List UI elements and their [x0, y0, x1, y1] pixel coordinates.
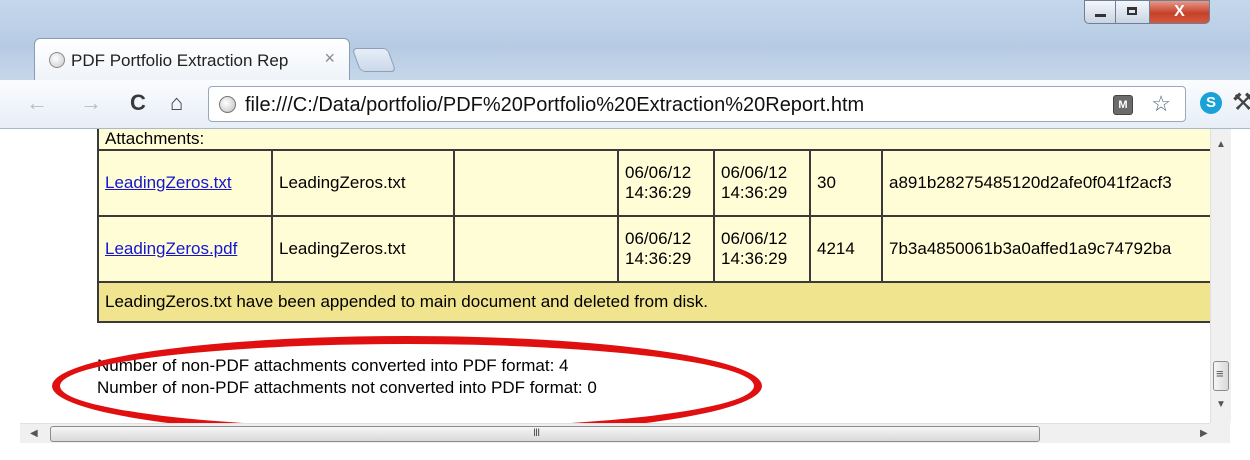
attachment-link[interactable]: LeadingZeros.txt: [105, 173, 232, 192]
attachment-size: 4214: [809, 215, 883, 283]
scroll-left-arrow-icon[interactable]: ◀: [30, 428, 38, 439]
bookmark-star-icon[interactable]: ☆: [1151, 91, 1171, 117]
scroll-down-arrow-icon[interactable]: ▼: [1216, 399, 1226, 410]
note-row: LeadingZeros.txt have been appended to m…: [97, 281, 1210, 323]
attachment-name: LeadingZeros.txt: [271, 215, 455, 283]
address-text[interactable]: file:///C:/Data/portfolio/PDF%20Portfoli…: [245, 94, 864, 117]
table-row: LeadingZeros.txt LeadingZeros.txt 06/06/…: [97, 149, 1210, 217]
page-content: Attachments: LeadingZeros.txt LeadingZer…: [0, 129, 1210, 423]
modified-date-cell: 06/06/12 14:36:29: [713, 215, 811, 283]
modified-date: 06/06/12: [721, 229, 788, 248]
globe-icon: [49, 52, 65, 68]
horizontal-scrollbar[interactable]: ◀ ▶: [20, 423, 1210, 444]
attachment-hash: 7b3a4850061b3a0affed1a9c74792ba: [881, 215, 1210, 283]
close-tab-icon[interactable]: ×: [324, 49, 335, 67]
title-bar: PDF Portfolio Extraction Rep × X: [0, 0, 1250, 82]
modified-date-cell: 06/06/12 14:36:29: [713, 149, 811, 217]
attachment-description: [453, 149, 619, 217]
created-date-cell: 06/06/12 14:36:29: [617, 215, 715, 283]
horizontal-scroll-thumb[interactable]: [50, 426, 1040, 442]
address-bar[interactable]: file:///C:/Data/portfolio/PDF%20Portfoli…: [208, 86, 1186, 122]
back-icon[interactable]: ←: [26, 90, 48, 116]
section-header: Attachments:: [97, 129, 1210, 151]
wrench-menu-icon[interactable]: ⚒: [1232, 88, 1250, 117]
created-date: 06/06/12: [625, 229, 692, 248]
browser-window: PDF Portfolio Extraction Rep × X ← → C ⌂…: [0, 0, 1250, 460]
created-time: 14:36:29: [625, 183, 692, 202]
skype-extension-icon[interactable]: S: [1200, 92, 1222, 114]
home-icon[interactable]: ⌂: [170, 90, 183, 116]
attachment-link-cell: LeadingZeros.pdf: [97, 215, 273, 283]
window-bottom-border: [0, 443, 1250, 460]
attachment-link-cell: LeadingZeros.txt: [97, 149, 273, 217]
attachment-link[interactable]: LeadingZeros.pdf: [105, 239, 237, 258]
new-tab-button[interactable]: [351, 48, 397, 72]
attachment-description: [453, 215, 619, 283]
reload-icon[interactable]: C: [130, 90, 146, 116]
created-date-cell: 06/06/12 14:36:29: [617, 149, 715, 217]
highlight-ellipse: [52, 336, 762, 423]
created-date: 06/06/12: [625, 163, 692, 182]
vertical-scrollbar[interactable]: ▲ ▼: [1210, 129, 1231, 423]
modified-time: 14:36:29: [721, 249, 788, 268]
minimize-button[interactable]: [1084, 0, 1116, 24]
table-row: LeadingZeros.pdf LeadingZeros.txt 06/06/…: [97, 215, 1210, 283]
browser-tab[interactable]: PDF Portfolio Extraction Rep ×: [34, 38, 350, 82]
extension-shield-icon[interactable]: M: [1113, 95, 1133, 115]
append-note: LeadingZeros.txt have been appended to m…: [97, 281, 1210, 323]
close-window-button[interactable]: X: [1150, 0, 1210, 24]
created-time: 14:36:29: [625, 249, 692, 268]
attachment-size: 30: [809, 149, 883, 217]
page-icon: [219, 96, 236, 113]
attachments-table: Attachments: LeadingZeros.txt LeadingZer…: [97, 129, 1210, 323]
scroll-right-arrow-icon[interactable]: ▶: [1200, 428, 1208, 439]
scroll-up-arrow-icon[interactable]: ▲: [1216, 139, 1226, 150]
vertical-scroll-thumb[interactable]: [1213, 361, 1229, 391]
maximize-button[interactable]: [1116, 0, 1150, 24]
toolbar: ← → C ⌂ file:///C:/Data/portfolio/PDF%20…: [0, 80, 1250, 129]
attachment-name: LeadingZeros.txt: [271, 149, 455, 217]
tab-title: PDF Portfolio Extraction Rep: [71, 51, 289, 70]
table-header-row: Attachments:: [97, 129, 1210, 151]
modified-date: 06/06/12: [721, 163, 788, 182]
attachment-hash: a891b28275485120d2afe0f041f2acf3: [881, 149, 1210, 217]
modified-time: 14:36:29: [721, 183, 788, 202]
scrollbar-corner: [1210, 423, 1230, 443]
forward-icon[interactable]: →: [80, 90, 102, 116]
